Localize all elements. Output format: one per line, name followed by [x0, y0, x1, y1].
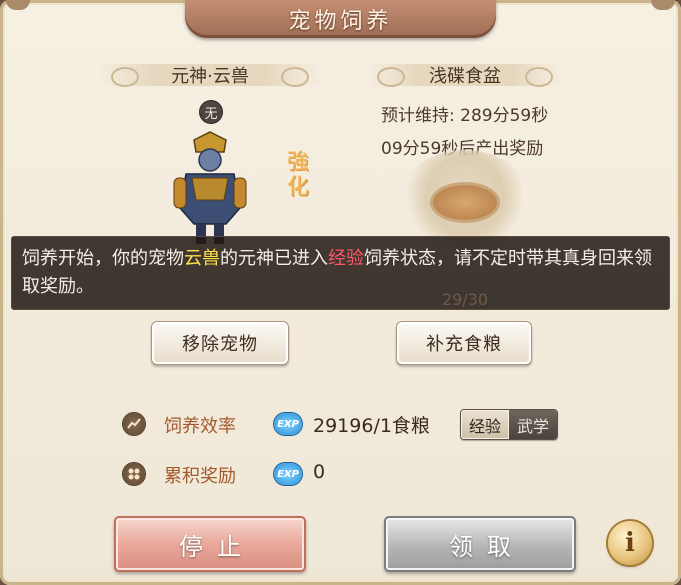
tooltip-mode: 经验	[328, 248, 364, 269]
feeding-tooltip: 饲养开始，你的宠物云兽的元神已进入经验饲养状态，请不定时带其真身回来领取奖励。	[11, 236, 670, 310]
window-title: 宠物饲养	[288, 9, 393, 34]
food-bowl-inner	[433, 185, 497, 220]
corner-decoration	[651, 0, 675, 10]
food-name: 浅碟食盆	[429, 66, 501, 87]
swirl-ornament	[281, 67, 309, 87]
food-stock: 29/30	[441, 290, 489, 309]
food-name-banner: 浅碟食盆	[367, 64, 563, 87]
accumulated-label: 累积奖励	[164, 466, 236, 487]
exp-icon: EXP	[274, 413, 302, 435]
reward-icon	[123, 463, 145, 485]
tooltip-text: 饲养开始，你的宠物	[22, 248, 184, 269]
pet-name-banner: 元神·云兽	[97, 64, 323, 87]
claim-button[interactable]: 领取	[384, 516, 576, 572]
pet-name: 元神·云兽	[171, 66, 249, 87]
accumulated-value: 0	[313, 461, 326, 483]
trend-icon	[123, 413, 145, 435]
swirl-ornament	[377, 67, 405, 87]
swirl-ornament	[525, 67, 553, 87]
reward-mode-toggle[interactable]: 经验 武学	[460, 409, 558, 440]
info-icon[interactable]: i	[608, 521, 652, 565]
stop-button[interactable]: 停止	[114, 516, 306, 572]
food-bowl-icon	[400, 150, 530, 250]
strength-mark: 強化	[286, 150, 309, 200]
tooltip-pet-name: 云兽	[184, 248, 220, 269]
mode-martial-option[interactable]: 武学	[509, 410, 557, 439]
exp-icon: EXP	[274, 463, 302, 485]
remove-pet-button[interactable]: 移除宠物	[151, 321, 289, 365]
swirl-ornament	[111, 67, 139, 87]
title-bar: 宠物饲养	[185, 0, 496, 38]
pet-figure-icon	[173, 131, 247, 244]
corner-decoration	[6, 0, 30, 10]
pet-figure[interactable]	[160, 128, 260, 248]
add-food-button[interactable]: 补充食粮	[396, 321, 532, 365]
efficiency-label: 饲养效率	[164, 416, 236, 437]
efficiency-value: 29196/1食粮	[313, 415, 430, 437]
mode-exp-option[interactable]: 经验	[461, 410, 509, 439]
food-duration: 预计维持: 289分59秒	[381, 106, 549, 126]
pet-badge: 无	[200, 101, 222, 123]
feeding-dialog: 宠物饲养 元神·云兽 浅碟食盆 无 強化 预计维持: 289分59秒 09分59…	[0, 0, 681, 585]
tooltip-text: 的元神已进入	[220, 248, 328, 269]
